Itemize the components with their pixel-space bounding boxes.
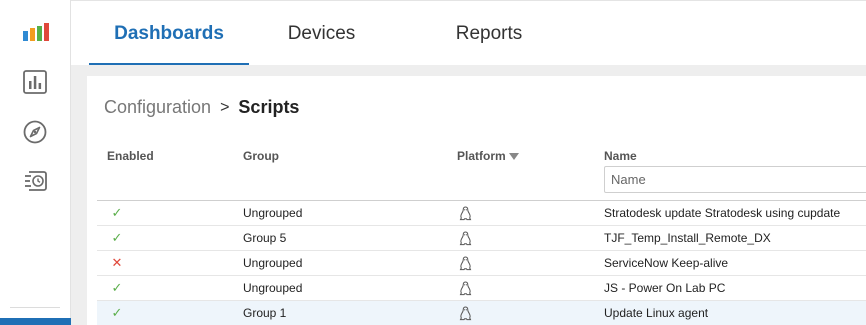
column-header-name[interactable]: Name [604,149,637,163]
app-window: Dashboards Devices Reports Configuration… [0,0,866,325]
tab-dashboards[interactable]: Dashboards [89,1,249,66]
breadcrumb-separator: > [220,98,230,116]
compass-icon[interactable] [22,119,48,145]
logo-icon[interactable] [23,23,49,41]
enabled-status-icon[interactable]: ✓ [97,226,137,250]
sidebar [0,0,71,325]
row-name[interactable]: ServiceNow Keep-alive [604,251,728,275]
column-header-group[interactable]: Group [243,149,279,163]
row-name[interactable]: Stratodesk update Stratodesk using cupda… [604,201,840,225]
table-row[interactable]: ✕ Ungrouped ServiceNow Keep-alive [97,251,866,276]
breadcrumb: Configuration > Scripts [104,97,299,118]
enabled-status-icon[interactable]: ✓ [97,301,137,325]
row-name[interactable]: JS - Power On Lab PC [604,276,725,300]
top-tab-bar: Dashboards Devices Reports [71,0,866,66]
tab-devices[interactable]: Devices [249,1,394,66]
row-name[interactable]: Update Linux agent [604,301,708,325]
table-row[interactable]: ✓ Group 1 Update Linux agent [97,301,866,325]
column-header-enabled[interactable]: Enabled [107,149,154,163]
enabled-status-icon[interactable]: ✕ [97,251,137,275]
scheduled-list-icon[interactable] [22,168,48,194]
page-title: Scripts [238,97,300,117]
enabled-status-icon[interactable]: ✓ [97,201,137,225]
sidebar-divider [10,307,60,308]
linux-icon [459,226,474,250]
linux-icon [459,201,474,225]
linux-icon [459,276,474,300]
row-name[interactable]: TJF_Temp_Install_Remote_DX [604,226,771,250]
table-row[interactable]: ✓ Ungrouped JS - Power On Lab PC [97,276,866,301]
breadcrumb-parent[interactable]: Configuration [104,97,211,118]
tab-reports[interactable]: Reports [394,1,584,66]
sort-down-icon[interactable] [508,153,519,160]
enabled-status-icon[interactable]: ✓ [97,276,137,300]
row-group: Group 5 [243,231,287,245]
scripts-panel: Configuration > Scripts Enabled Group Pl… [87,76,866,325]
table-row[interactable]: ✓ Group 5 TJF_Temp_Install_Remote_DX [97,226,866,251]
sidebar-active-indicator [0,318,71,325]
row-group: Ungrouped [243,206,303,220]
row-group: Ungrouped [243,281,303,295]
linux-icon [459,251,474,275]
row-group: Ungrouped [243,256,303,270]
name-filter-input[interactable] [604,166,866,193]
table-row[interactable]: ✓ Ungrouped Stratodesk update Stratodesk u… [97,201,866,226]
column-header-platform-label: Platform [457,149,506,163]
column-header-platform[interactable]: Platform [457,149,519,163]
linux-icon [459,301,474,325]
row-group: Group 1 [243,306,287,320]
analytics-icon[interactable] [22,69,48,95]
